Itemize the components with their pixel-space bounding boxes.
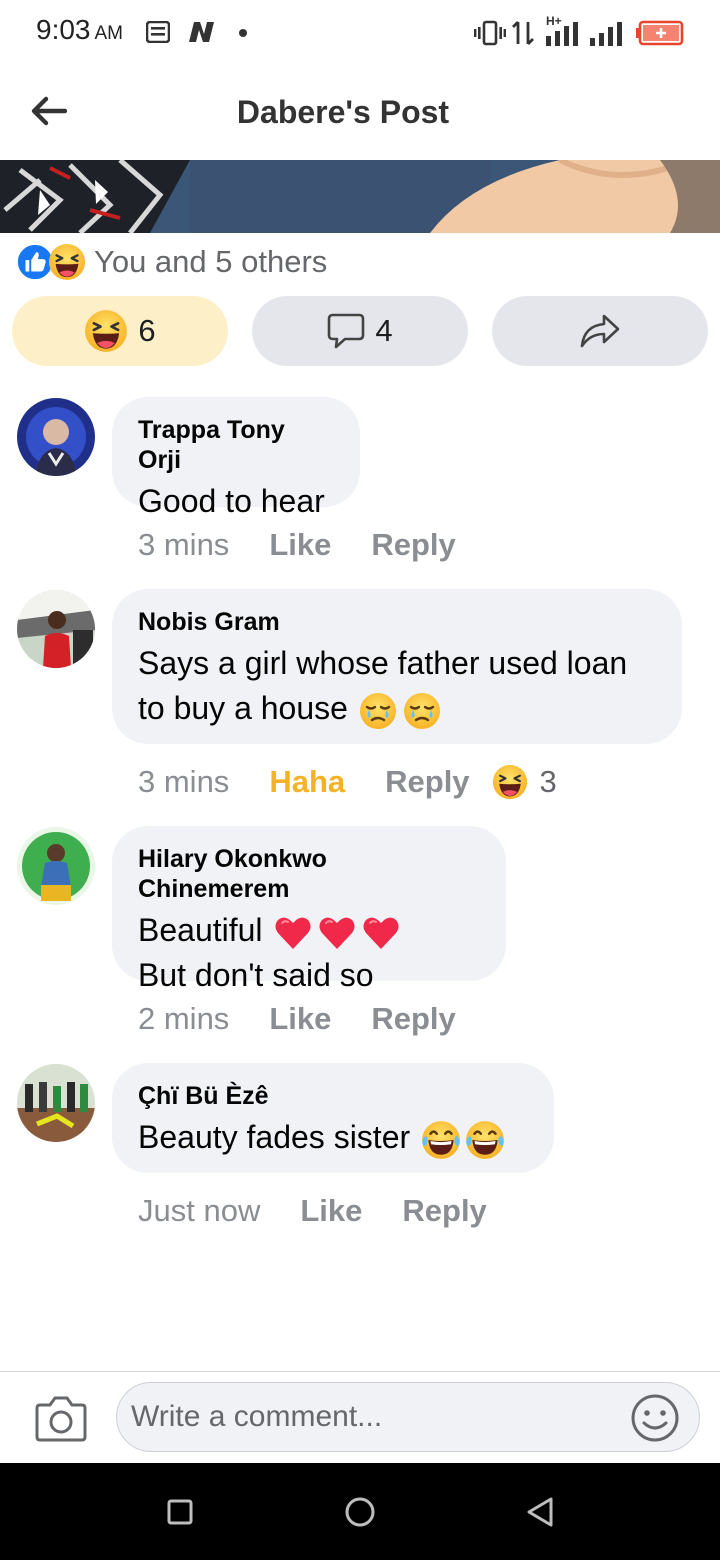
sad-tear-icon (358, 691, 398, 731)
square-icon (167, 1499, 193, 1525)
reaction-summary[interactable]: You and 5 others (16, 242, 327, 282)
comment-reaction-count[interactable]: 3 (540, 764, 557, 800)
avatar-image (17, 827, 95, 905)
comment-meta: Just now Like Reply (138, 1190, 487, 1232)
recent-apps-button[interactable] (158, 1490, 202, 1534)
battery-icon (636, 20, 684, 46)
comment-text-line-1: Beautiful (138, 908, 480, 953)
comment-text: Beauty fades sister (138, 1119, 411, 1155)
status-time: 9:03 AM (36, 14, 123, 46)
comment-avatar[interactable] (17, 1064, 95, 1142)
comment-text: Says a girl whose father used loan (138, 645, 628, 681)
clock-ampm: AM (94, 23, 124, 44)
avatar-image (17, 1064, 95, 1142)
like-button[interactable]: Like (300, 1193, 362, 1229)
like-button[interactable]: Like (269, 1001, 331, 1037)
haha-button[interactable]: Haha (269, 764, 345, 800)
vibrate-icon (474, 20, 506, 46)
comment-time: Just now (138, 1193, 261, 1228)
comment-text-line-2: to buy a house (138, 686, 656, 731)
triangle-back-icon (527, 1497, 553, 1527)
comment-time: 3 mins (138, 527, 230, 562)
sad-tear-icon (402, 691, 442, 731)
comment-author[interactable]: Trappa Tony Orji (138, 415, 334, 475)
comment-avatar[interactable] (17, 590, 95, 668)
camera-icon (35, 1396, 87, 1442)
comment-avatar[interactable] (17, 398, 95, 476)
avatar-image (17, 590, 95, 668)
signal-strength-icon (546, 22, 578, 46)
comment-author[interactable]: Çhï Bü Èzê (138, 1081, 528, 1111)
heart-icon (273, 913, 313, 953)
laugh-cry-icon (464, 1119, 506, 1161)
comment-text: But don't said so (138, 957, 374, 993)
share-button[interactable] (492, 296, 708, 366)
signal-strength-2-icon (590, 22, 622, 46)
heart-icon (361, 913, 401, 953)
comment-bubble[interactable]: Hilary Okonkwo Chinemerem Beautiful But … (112, 826, 506, 993)
circle-icon (345, 1497, 375, 1527)
newsapp-icon (189, 22, 214, 42)
post-photo[interactable] (0, 160, 720, 233)
reply-button[interactable]: Reply (371, 527, 455, 563)
comment-bubble[interactable]: Nobis Gram Says a girl whose father used… (112, 589, 682, 744)
clock-text: 9:03 (36, 14, 91, 45)
nav-back-button[interactable] (518, 1490, 562, 1534)
comment-time: 2 mins (138, 1001, 230, 1036)
comment-count: 4 (375, 313, 393, 348)
comment-bubble[interactable]: Trappa Tony Orji Good to hear (112, 397, 360, 519)
comment-text: to buy a house (138, 690, 348, 726)
emoji-button[interactable] (630, 1393, 680, 1443)
data-transfer-icon (512, 21, 534, 45)
laugh-cry-icon (420, 1119, 462, 1161)
comment-author[interactable]: Nobis Gram (138, 607, 656, 637)
like-button[interactable]: Like (269, 527, 331, 563)
camera-button[interactable] (34, 1393, 88, 1443)
comment-text: Beautiful (138, 912, 263, 948)
heart-icon (317, 913, 357, 953)
reply-button[interactable]: Reply (385, 764, 469, 800)
comment-meta: 2 mins Like Reply (138, 998, 456, 1040)
comment-input[interactable] (116, 1382, 700, 1452)
comment-author[interactable]: Hilary Okonkwo Chinemerem (138, 844, 480, 904)
comment-text-line-1: Beauty fades sister (138, 1115, 528, 1161)
haha-icon (48, 243, 86, 281)
reply-button[interactable]: Reply (402, 1193, 486, 1229)
page-title: Dabere's Post (236, 94, 450, 130)
smiley-icon (631, 1394, 679, 1442)
comment-text: Good to hear (138, 483, 325, 519)
comment-meta: 3 mins Haha Reply 3 (138, 761, 557, 803)
reaction-summary-text: You and 5 others (94, 244, 328, 279)
reply-button[interactable]: Reply (371, 1001, 455, 1037)
comment-button[interactable]: 4 (252, 296, 468, 366)
comment-meta: 3 mins Like Reply (138, 524, 456, 566)
avatar-image (17, 398, 95, 476)
haha-reaction-button[interactable]: 6 (12, 296, 228, 366)
home-button[interactable] (338, 1490, 382, 1534)
haha-icon (84, 309, 128, 353)
haha-icon (492, 764, 528, 800)
comment-icon (328, 313, 365, 349)
notes-icon (146, 21, 170, 43)
haha-count: 6 (138, 313, 156, 348)
comment-bubble[interactable]: Çhï Bü Èzê Beauty fades sister (112, 1063, 554, 1173)
comment-time: 3 mins (138, 764, 230, 799)
notification-dot-icon (239, 29, 247, 37)
post-photo-image (0, 160, 720, 233)
share-icon (580, 314, 620, 348)
comment-avatar[interactable] (17, 827, 95, 905)
